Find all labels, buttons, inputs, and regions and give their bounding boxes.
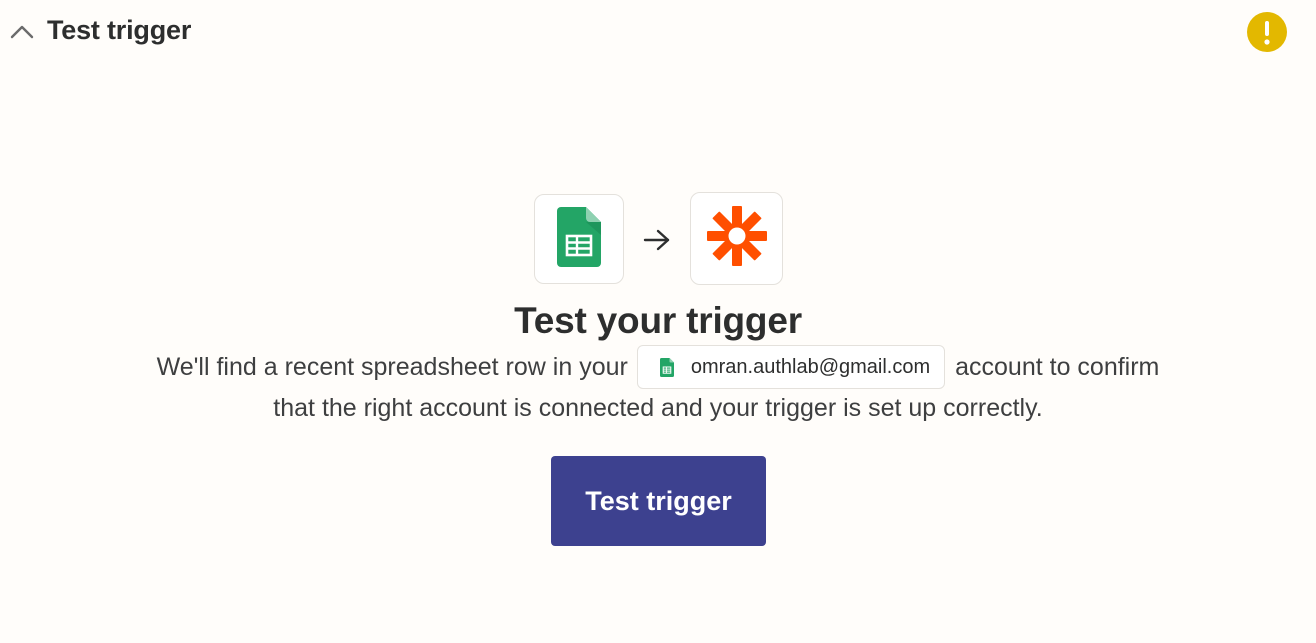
target-app-tile — [690, 192, 783, 285]
section-title[interactable]: Test trigger — [47, 15, 191, 46]
chevron-up-icon[interactable] — [10, 22, 34, 42]
description-line-1: We'll find a recent spreadsheet row in y… — [0, 344, 1316, 390]
google-sheets-icon — [557, 206, 601, 272]
main-title: Test your trigger — [514, 300, 802, 341]
description-text-after: account to confirm — [955, 352, 1160, 381]
description-text-before: We'll find a recent spreadsheet row in y… — [156, 352, 628, 381]
google-sheets-icon — [659, 357, 674, 377]
test-trigger-button[interactable]: Test trigger — [551, 456, 766, 546]
step-header: Test trigger — [0, 0, 1316, 64]
zapier-icon — [706, 206, 767, 271]
description-line-2: that the right account is connected and … — [273, 394, 1043, 422]
arrow-right-icon — [643, 228, 671, 252]
warning-icon[interactable] — [1247, 12, 1287, 52]
source-app-tile — [534, 194, 624, 284]
account-chip[interactable]: omran.authlab@gmail.com — [636, 345, 946, 389]
account-email: omran.authlab@gmail.com — [690, 355, 931, 378]
